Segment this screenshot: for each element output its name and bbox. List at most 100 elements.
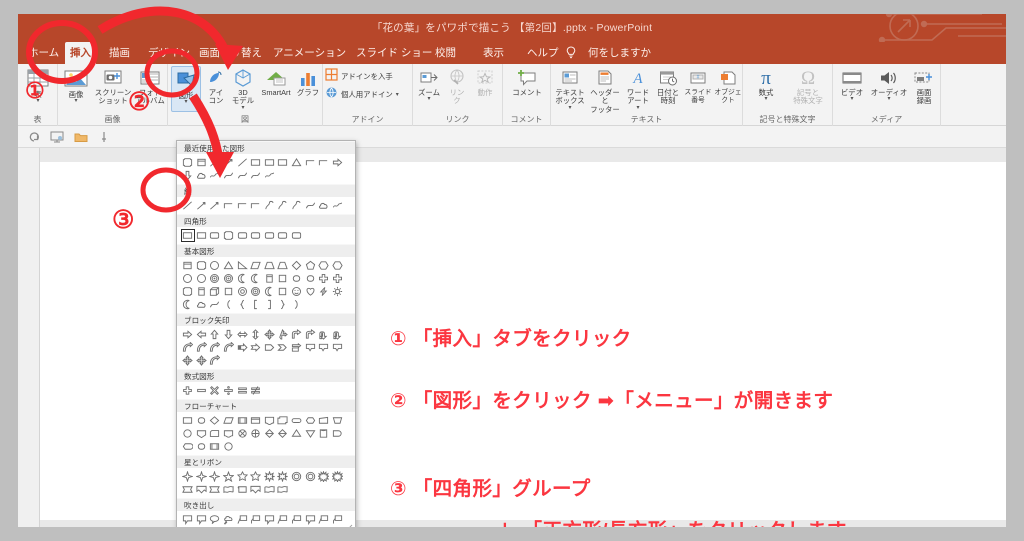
shape-glyph-eqEq[interactable] [235, 384, 249, 397]
shape-glyph-free[interactable] [208, 169, 222, 182]
shape-glyph-fConn[interactable] [181, 427, 195, 440]
shape-glyph-elbow[interactable] [317, 156, 331, 169]
shape-glyph-arrCurveR[interactable] [195, 341, 209, 354]
shape-glyph-arrStriped[interactable] [235, 341, 249, 354]
shape-glyph-srect[interactable] [222, 285, 236, 298]
present-icon[interactable] [50, 130, 64, 148]
shape-glyph-srect[interactable] [276, 285, 290, 298]
shape-glyph-fDoc[interactable] [263, 414, 277, 427]
shape-glyph-rrect[interactable] [235, 229, 249, 242]
tab-insert[interactable]: 挿入 [65, 42, 96, 64]
shape-glyph-para[interactable] [249, 259, 263, 272]
shape-glyph-target[interactable] [249, 285, 263, 298]
shape-glyph-elbow[interactable] [249, 199, 263, 212]
chevron-down-icon[interactable]: ▾ [172, 99, 200, 105]
shape-glyph-hex[interactable] [317, 259, 331, 272]
shape-glyph-callLine[interactable] [195, 526, 209, 527]
ribbon-button-object[interactable]: オブジェクト [713, 66, 743, 106]
shape-glyph-plaque[interactable] [195, 259, 209, 272]
shape-glyph-curve[interactable] [235, 169, 249, 182]
shape-glyph-fPred[interactable] [235, 414, 249, 427]
ribbon-button-audio[interactable]: オーディオ ▾ [869, 66, 909, 102]
shape-glyph-tri[interactable] [290, 156, 304, 169]
shape-glyph-fConn[interactable] [222, 440, 236, 453]
shape-glyph-fPred[interactable] [208, 440, 222, 453]
shape-glyph-star4[interactable] [181, 470, 195, 483]
shape-glyph-circ[interactable] [181, 272, 195, 285]
shape-glyph-arrD[interactable] [181, 169, 195, 182]
shape-glyph-line[interactable] [235, 156, 249, 169]
tab-help[interactable]: ヘルプ [522, 42, 564, 64]
shape-glyph-star8[interactable] [276, 470, 290, 483]
shape-glyph-fMulti[interactable] [276, 414, 290, 427]
shape-glyph-callLine[interactable] [317, 513, 331, 526]
shape-glyph-arrU[interactable] [208, 328, 222, 341]
ribbon-button-zoom[interactable]: ズーム ▾ [415, 66, 443, 102]
shape-glyph-scurve[interactable] [276, 199, 290, 212]
shape-glyph-can[interactable] [263, 272, 277, 285]
shape-glyph-line[interactable] [181, 199, 195, 212]
shape-glyph-arrR[interactable] [181, 328, 195, 341]
shape-glyph-cloud[interactable] [195, 169, 209, 182]
shape-glyph-arrCurveR[interactable] [208, 354, 222, 367]
shape-glyph-arrCurveR[interactable] [208, 341, 222, 354]
shape-glyph-eqMul[interactable] [208, 384, 222, 397]
shape-glyph-fInt[interactable] [249, 414, 263, 427]
shape-glyph-plaque[interactable] [181, 285, 195, 298]
shape-glyph-arrQuad[interactable] [195, 354, 209, 367]
shape-section-flowchart-grid[interactable] [177, 412, 355, 455]
chevron-down-icon[interactable]: ▾ [60, 98, 92, 104]
shape-glyph-arrUturn[interactable] [331, 328, 345, 341]
shape-glyph-callRect[interactable] [181, 513, 195, 526]
shape-glyph-arrD[interactable] [222, 328, 236, 341]
shape-glyph-callCloud[interactable] [222, 513, 236, 526]
shape-glyph-ribbonD[interactable] [195, 483, 209, 496]
chevron-down-icon[interactable]: ▾ [396, 92, 399, 98]
shape-glyph-box3[interactable] [195, 156, 209, 169]
shape-section-equation-grid[interactable] [177, 382, 355, 399]
shape-glyph-scurve[interactable] [263, 199, 277, 212]
shape-glyph-arrCall[interactable] [331, 341, 345, 354]
shape-glyph-arrR[interactable] [331, 156, 345, 169]
shape-glyph-cube[interactable] [208, 285, 222, 298]
shape-section-lines-grid[interactable] [177, 197, 355, 214]
slide-thumbnail-pane[interactable] [18, 148, 40, 527]
shape-glyph-fTape[interactable] [222, 427, 236, 440]
ribbon-button-shapes[interactable]: 図形 ▾ [171, 66, 201, 112]
shape-glyph-target[interactable] [222, 272, 236, 285]
shape-glyph-moon[interactable] [181, 298, 195, 311]
shape-glyph-fTerm[interactable] [290, 414, 304, 427]
shape-glyph-free[interactable] [263, 169, 277, 182]
shape-glyph-fDisp[interactable] [181, 440, 195, 453]
ribbon-button-header-footer[interactable]: ヘッダーと フッター [587, 66, 623, 114]
shape-glyph-callBent[interactable] [208, 526, 222, 527]
folder-icon[interactable] [74, 130, 88, 148]
shape-section-recent-grid[interactable] [177, 154, 355, 184]
tab-view[interactable]: 表示 [478, 42, 509, 64]
shape-glyph-arrCurveR[interactable] [181, 341, 195, 354]
shape-glyph-fDec[interactable] [208, 414, 222, 427]
shape-glyph-can[interactable] [195, 285, 209, 298]
shape-glyph-star4[interactable] [208, 470, 222, 483]
ribbon-button-comment[interactable]: コメント [507, 66, 547, 97]
tab-animations[interactable]: アニメーション [268, 42, 351, 64]
shape-glyph-cloud[interactable] [195, 298, 209, 311]
shape-glyph-arrQuad[interactable] [181, 354, 195, 367]
chevron-down-icon[interactable]: ▾ [229, 105, 257, 111]
shape-glyph-cross[interactable] [331, 272, 345, 285]
shape-glyph-arrowline[interactable] [208, 199, 222, 212]
shape-glyph-callOval[interactable] [208, 513, 222, 526]
shape-glyph-pentArr[interactable] [263, 341, 277, 354]
ribbon-button-symbol[interactable]: Ω 記号と 特殊文字 [787, 66, 829, 106]
shape-glyph-heart[interactable] [303, 285, 317, 298]
shape-glyph-starburst[interactable] [331, 470, 345, 483]
shape-glyph-pent[interactable] [303, 259, 317, 272]
shape-glyph-fSum[interactable] [235, 427, 249, 440]
shape-glyph-eqNe[interactable] [249, 384, 263, 397]
shape-glyph-rrect[interactable] [263, 229, 277, 242]
shape-glyph-fProc[interactable] [181, 414, 195, 427]
shape-glyph-arrLR[interactable] [235, 328, 249, 341]
shape-section-rectangles-grid[interactable] [177, 227, 355, 244]
shape-glyph-target[interactable] [208, 272, 222, 285]
shape-glyph-fPrep[interactable] [303, 414, 317, 427]
